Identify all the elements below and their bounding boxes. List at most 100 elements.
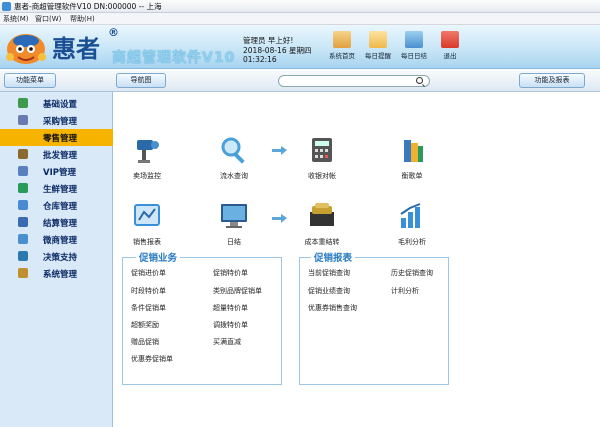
promo-link[interactable]: 类别品牌促销单 (213, 286, 262, 296)
search-input[interactable] (278, 75, 430, 87)
sidebar-item-label: 结算管理 (43, 219, 78, 229)
title-bar: 惠者-商超管理软件V10 DN:000000 -- 上海 (0, 0, 600, 13)
store-monitor-button[interactable]: 卖场监控 (117, 134, 177, 181)
promo-link[interactable]: 超量特价单 (213, 303, 248, 313)
report-link[interactable]: 历史促销查询 (391, 268, 433, 278)
function-report-button[interactable]: 功能及报表 (519, 73, 585, 88)
cashier-reconcile-label: 收银对帐 (308, 172, 336, 180)
logo-name: 惠者 (52, 34, 100, 63)
exit-button[interactable]: 退出 (432, 31, 468, 67)
report-link[interactable]: 优惠券销售查询 (308, 303, 357, 313)
sidebar-item-wholesale[interactable]: 批发管理 (0, 146, 113, 163)
function-menu-button[interactable]: 功能菜单 (4, 73, 56, 88)
flow-arrow-icon (272, 146, 288, 155)
calculator-icon (312, 138, 332, 162)
cost-recarry-label: 成本重结转 (304, 238, 340, 246)
promo-report-title: 促销报表 (311, 250, 356, 264)
price-sheet-label: 衡歌单 (401, 172, 423, 180)
transaction-query-button[interactable]: 流水查询 (204, 134, 264, 181)
coin-box-icon (310, 203, 334, 226)
cashier-reconcile-button[interactable]: 收银对帐 (292, 134, 352, 181)
sidebar-item-microbusiness[interactable]: 微商管理 (0, 231, 113, 248)
product-name: 商超管理软件V10 (112, 50, 236, 66)
settlement-icon (18, 217, 28, 227)
home-button[interactable]: 系统首页 (324, 31, 360, 67)
bar-chart-icon (405, 31, 423, 48)
promo-link[interactable]: 赠品促销 (131, 337, 159, 347)
sidebar-item-warehouse[interactable]: 仓库管理 (0, 197, 113, 214)
daily-close-flow-button[interactable]: 日结 (204, 200, 264, 247)
camera-icon (137, 140, 159, 163)
promo-link[interactable]: 促销特价单 (213, 268, 248, 278)
promo-link[interactable]: 时段特价单 (131, 286, 166, 296)
menu-window[interactable]: 窗口(W) (35, 14, 61, 24)
warehouse-icon (18, 200, 28, 210)
daily-close-flow-label: 日结 (227, 238, 241, 246)
registered-mark: ® (108, 26, 119, 39)
price-sheet-button[interactable]: 衡歌单 (382, 134, 442, 181)
menu-help[interactable]: 帮助(H) (70, 14, 95, 24)
sidebar-item-label: 采购管理 (43, 117, 78, 127)
wrench-icon (18, 268, 28, 278)
promo-link[interactable]: 买满直减 (213, 337, 241, 347)
window-title: 惠者-商超管理软件V10 DN:000000 -- 上海 (14, 2, 162, 11)
monitor-icon (18, 234, 28, 244)
sidebar-item-label: 生鲜管理 (43, 185, 78, 195)
daily-close-button[interactable]: 每日日结 (396, 31, 432, 67)
sidebar-item-basic-settings[interactable]: 基础设置 (0, 95, 113, 112)
toolbar: 功能菜单 导航图 功能及报表 (0, 70, 600, 92)
navigation-map-button[interactable]: 导航图 (116, 73, 166, 88)
sidebar-item-label: VIP管理 (43, 168, 76, 178)
sidebar-item-label: 零售管理 (43, 134, 78, 144)
sidebar-item-label: 批发管理 (43, 151, 78, 161)
menu-system[interactable]: 系统(M) (3, 14, 29, 24)
decision-icon (18, 251, 28, 261)
store-monitor-label: 卖场监控 (133, 172, 161, 180)
promo-link[interactable]: 调拨特价单 (213, 320, 248, 330)
report-link[interactable]: 计利分析 (391, 286, 419, 296)
vip-icon (18, 166, 28, 176)
exit-button-label: 退出 (443, 52, 457, 60)
sidebar-item-fresh[interactable]: 生鲜管理 (0, 180, 113, 197)
sidebar-item-label: 微商管理 (43, 236, 78, 246)
promo-business-title: 促销业务 (136, 250, 181, 264)
sidebar-item-label: 仓库管理 (43, 202, 78, 212)
sidebar-item-settlement[interactable]: 结算管理 (0, 214, 113, 231)
sales-report-button[interactable]: 销售报表 (117, 200, 177, 247)
search-icon[interactable] (416, 77, 423, 84)
cart-icon (18, 115, 28, 125)
sidebar-item-retail[interactable]: 零售管理 (0, 129, 113, 146)
note-icon (369, 31, 387, 48)
promo-link[interactable]: 优惠券促销单 (131, 354, 173, 364)
mascot-logo-icon (6, 34, 46, 64)
chart-window-icon (134, 204, 160, 226)
sidebar-item-vip[interactable]: VIP管理 (0, 163, 113, 180)
sidebar-item-label: 基础设置 (43, 100, 78, 110)
sidebar-item-purchase[interactable]: 采购管理 (0, 112, 113, 129)
house-icon (333, 31, 351, 48)
daily-close-label: 每日日结 (401, 52, 427, 60)
report-link[interactable]: 当前促销查询 (308, 268, 350, 278)
flask-icon (18, 183, 28, 193)
daily-reminder-label: 每日提醒 (365, 52, 391, 60)
app-header: 惠者 ® 商超管理软件V10 管理员 早上好! 2018-08-16 星期四 0… (0, 25, 600, 69)
promo-link[interactable]: 条件促销单 (131, 303, 166, 313)
magnifier-icon (221, 137, 245, 164)
transaction-query-label: 流水查询 (220, 172, 248, 180)
daily-reminder-button[interactable]: 每日提醒 (360, 31, 396, 67)
wholesale-icon (18, 149, 28, 159)
sidebar-item-system[interactable]: 系统管理 (0, 265, 113, 282)
sales-report-label: 销售报表 (133, 238, 161, 246)
report-link[interactable]: 促销业绩查询 (308, 286, 350, 296)
sidebar-item-label: 决策支持 (43, 253, 78, 263)
bar-chart-icon (400, 203, 421, 228)
sidebar-item-label: 系统管理 (43, 270, 78, 280)
promo-link[interactable]: 超额奖励 (131, 320, 159, 330)
settings-icon (18, 98, 28, 108)
cost-recarry-button[interactable]: 成本重结转 (292, 200, 352, 247)
gross-profit-button[interactable]: 毛利分析 (382, 200, 442, 247)
promo-link[interactable]: 促销进价单 (131, 268, 166, 278)
sidebar-item-decision[interactable]: 决策支持 (0, 248, 113, 265)
gross-profit-label: 毛利分析 (398, 238, 426, 246)
monitor-icon (221, 204, 247, 228)
